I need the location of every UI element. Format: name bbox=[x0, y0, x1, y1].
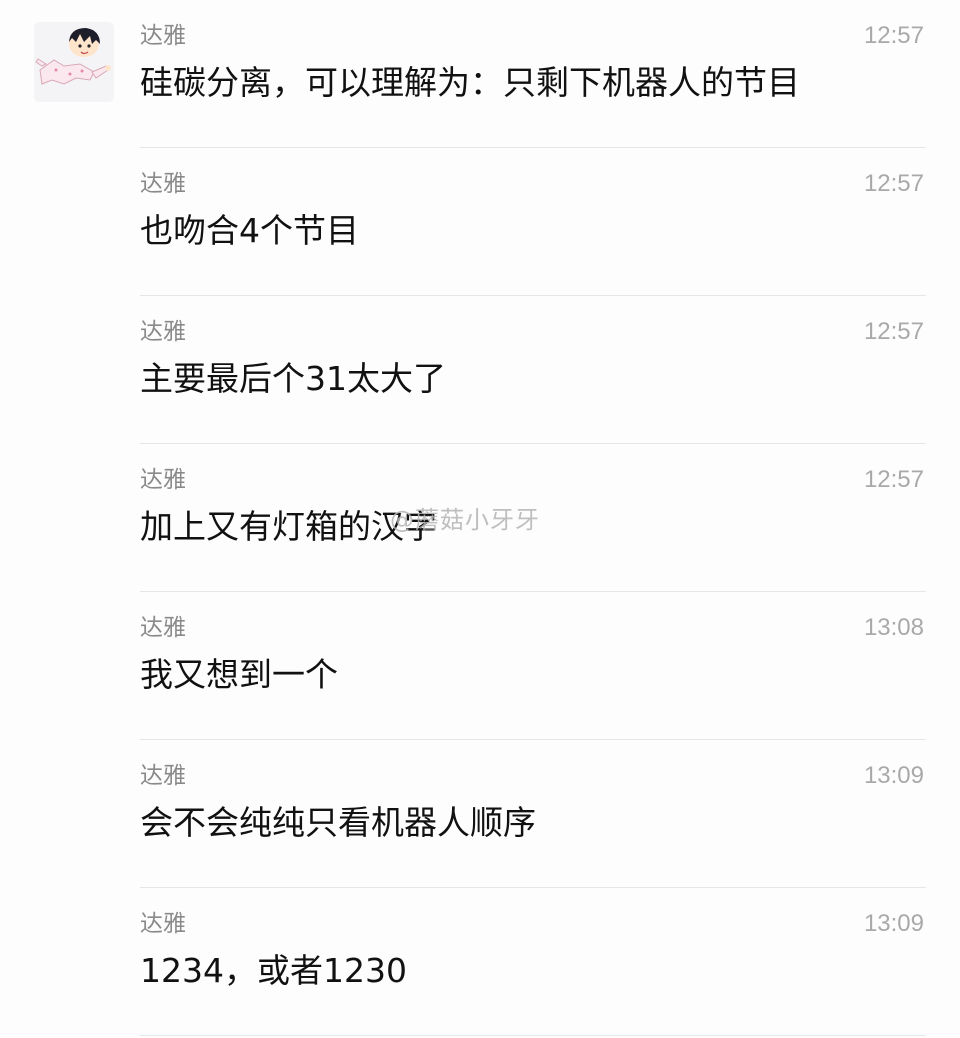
message-item[interactable]: 达雅 13:09 会不会纯纯只看机器人顺序 bbox=[0, 740, 960, 888]
message-text: 也吻合4个节目 bbox=[140, 211, 359, 250]
message-item[interactable]: 达雅 13:08 我又想到一个 bbox=[0, 592, 960, 740]
message-item[interactable]: 达雅 12:57 硅碳分离，可以理解为：只剩下机器人的节目 bbox=[0, 0, 960, 148]
message-item[interactable]: 达雅 12:57 也吻合4个节目 bbox=[0, 148, 960, 296]
message-time: 13:08 bbox=[863, 614, 924, 641]
sender-name: 达雅 bbox=[140, 171, 186, 197]
message-time: 12:57 bbox=[863, 318, 924, 345]
message-text: 主要最后个31太大了 bbox=[140, 359, 446, 398]
message-text: 会不会纯纯只看机器人顺序 bbox=[140, 803, 536, 842]
sender-name: 达雅 bbox=[140, 319, 186, 345]
sender-name: 达雅 bbox=[140, 763, 186, 789]
message-time: 12:57 bbox=[863, 466, 924, 493]
message-item[interactable]: 达雅 12:57 加上又有灯箱的汉字 bbox=[0, 444, 960, 592]
sender-name: 达雅 bbox=[140, 615, 186, 641]
sender-name: 达雅 bbox=[140, 911, 186, 937]
sender-name: 达雅 bbox=[140, 23, 186, 49]
message-text: 1234，或者1230 bbox=[140, 951, 407, 990]
chat-history: 达雅 12:57 硅碳分离，可以理解为：只剩下机器人的节目 达雅 12:57 也… bbox=[0, 0, 960, 1038]
message-time: 13:09 bbox=[863, 762, 924, 789]
sender-name: 达雅 bbox=[140, 467, 186, 493]
sender-avatar[interactable] bbox=[34, 22, 114, 102]
message-text: 加上又有灯箱的汉字 bbox=[140, 507, 437, 546]
message-item[interactable]: 达雅 12:57 主要最后个31太大了 bbox=[0, 296, 960, 444]
message-text: 硅碳分离，可以理解为：只剩下机器人的节目 bbox=[140, 63, 800, 102]
message-time: 12:57 bbox=[863, 170, 924, 197]
message-time: 13:09 bbox=[863, 910, 924, 937]
message-item[interactable]: 达雅 13:09 1234，或者1230 bbox=[0, 888, 960, 1036]
divider bbox=[140, 1035, 926, 1036]
cartoon-avatar-icon bbox=[34, 22, 114, 102]
message-text: 我又想到一个 bbox=[140, 655, 338, 694]
message-time: 12:57 bbox=[863, 22, 924, 49]
